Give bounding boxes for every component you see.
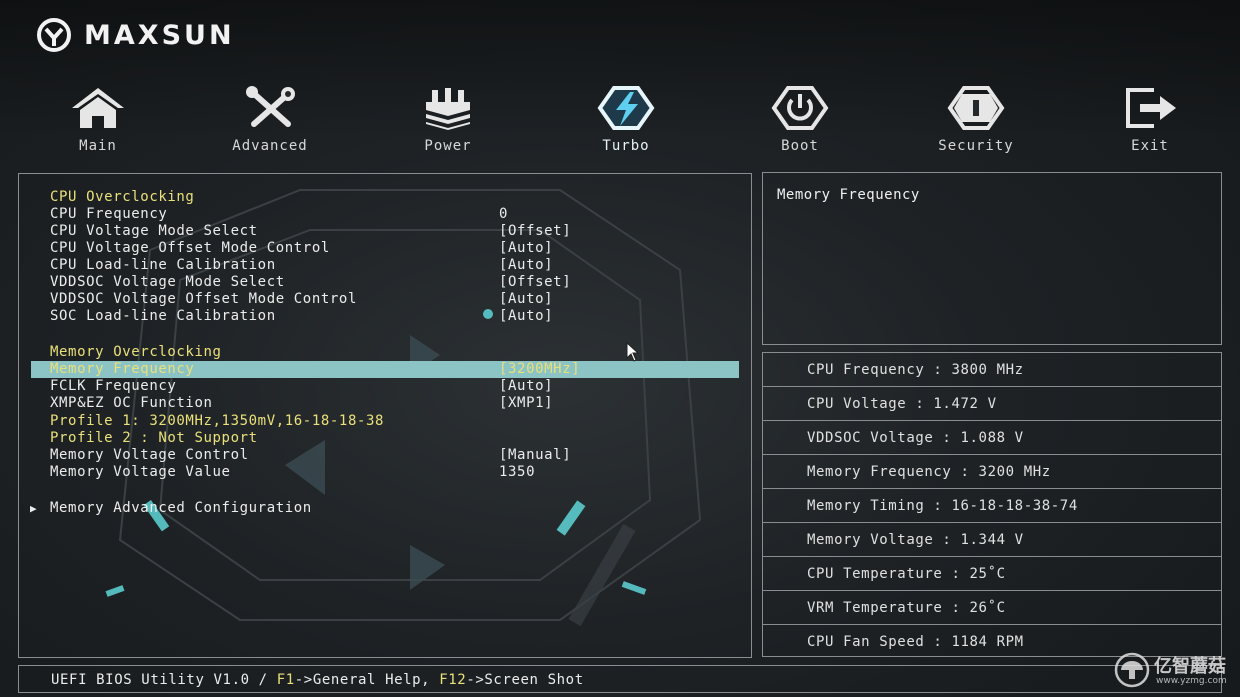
status-cpu-voltage: CPU Voltage : 1.472 V	[763, 387, 1221, 421]
tools-icon	[246, 86, 295, 127]
setting-label: Memory Frequency	[50, 361, 195, 377]
section-memory-overclocking: Memory Overclocking	[19, 344, 751, 361]
setting-label: SOC Load-line Calibration	[50, 308, 276, 324]
status-cpu-temperature: CPU Temperature : 25˚C	[763, 557, 1221, 591]
tab-exit-label: Exit	[1131, 138, 1169, 154]
footer-key-f12: F12	[439, 672, 467, 688]
status-memory-frequency: Memory Frequency : 3200 MHz	[763, 455, 1221, 489]
setting-value[interactable]: 0	[499, 206, 508, 223]
profile-1-info: Profile 1: 3200MHz,1350mV,16-18-18-38	[19, 413, 751, 430]
setting-vddsoc-voltage-offset[interactable]: VDDSOC Voltage Offset Mode Control [Auto…	[19, 291, 751, 308]
setting-cpu-voltage-mode[interactable]: CPU Voltage Mode Select [Offset]	[19, 223, 751, 240]
setting-cpu-voltage-offset[interactable]: CPU Voltage Offset Mode Control [Auto]	[19, 240, 751, 257]
tab-main[interactable]: Main	[38, 86, 158, 156]
setting-label: VDDSOC Voltage Mode Select	[50, 274, 285, 290]
profile-2-info: Profile 2 : Not Support	[19, 430, 751, 447]
tab-advanced-label: Advanced	[232, 138, 308, 154]
tab-power-label: Power	[424, 138, 472, 154]
setting-value[interactable]: [Offset]	[499, 274, 571, 291]
footer-prefix: UEFI BIOS Utility V1.0 /	[51, 672, 277, 688]
setting-label: XMP&EZ OC Function	[50, 395, 213, 411]
setting-memory-frequency[interactable]: Memory Frequency [3200MHz]	[19, 361, 751, 378]
mouse-cursor-icon	[626, 342, 640, 362]
tab-exit[interactable]: Exit	[1090, 86, 1210, 156]
tab-turbo-label: Turbo	[602, 138, 650, 154]
section-title: Memory Overclocking	[50, 344, 222, 360]
lightning-icon	[597, 86, 655, 130]
top-navigation: Main Advanced Power Turbo Boot Security …	[0, 86, 1240, 156]
setting-label: Memory Voltage Value	[50, 464, 231, 480]
status-memory-timing: Memory Timing : 16-18-18-38-74	[763, 489, 1221, 523]
setting-soc-llc[interactable]: SOC Load-line Calibration [Auto]	[19, 308, 751, 325]
watermark-url: www.yzmg.com	[1156, 676, 1227, 686]
hardware-status-panel: CPU Frequency : 3800 MHz CPU Voltage : 1…	[762, 352, 1222, 657]
tab-boot-label: Boot	[781, 138, 819, 154]
maxsun-logo-icon	[37, 18, 71, 52]
footer-bar: UEFI BIOS Utility V1.0 / F1->General Hel…	[18, 665, 1222, 693]
help-panel: Memory Frequency	[762, 172, 1222, 345]
maxsun-logo: MAXSUN	[36, 18, 235, 52]
setting-cpu-frequency[interactable]: CPU Frequency 0	[19, 206, 751, 223]
status-vrm-temperature: VRM Temperature : 26˚C	[763, 591, 1221, 625]
help-title: Memory Frequency	[777, 187, 920, 203]
section-title: CPU Overclocking	[50, 189, 195, 205]
section-cpu-overclocking: CPU Overclocking	[19, 189, 751, 206]
setting-label: FCLK Frequency	[50, 378, 177, 394]
home-icon	[72, 88, 124, 128]
status-vddsoc-voltage: VDDSOC Voltage : 1.088 V	[763, 421, 1221, 455]
tab-main-label: Main	[79, 138, 117, 154]
setting-label: VDDSOC Voltage Offset Mode Control	[50, 291, 357, 307]
tab-security-label: Security	[938, 138, 1014, 154]
setting-value[interactable]: [Auto]	[499, 291, 553, 308]
exit-icon	[1126, 88, 1176, 128]
tab-power[interactable]: Power	[388, 86, 508, 156]
setting-value[interactable]: [XMP1]	[499, 395, 553, 412]
setting-xmp-ez-oc[interactable]: XMP&EZ OC Function [XMP1]	[19, 395, 751, 412]
setting-value[interactable]: [Auto]	[499, 240, 553, 257]
footer-text-f1: ->General Help,	[294, 672, 440, 688]
shield-icon	[947, 86, 1005, 130]
tab-turbo[interactable]: Turbo	[566, 86, 686, 156]
profile-text: Profile 2 : Not Support	[50, 430, 258, 446]
triangle-right-icon: ▶	[30, 502, 38, 515]
setting-memory-voltage-control[interactable]: Memory Voltage Control [Manual]	[19, 447, 751, 464]
setting-label: CPU Voltage Mode Select	[50, 223, 258, 239]
footer-key-f1: F1	[276, 672, 295, 688]
setting-memory-voltage-value[interactable]: Memory Voltage Value 1350	[19, 464, 751, 481]
mushroom-logo-icon	[1114, 652, 1150, 688]
submenu-label: Memory Advanced Configuration	[50, 500, 312, 516]
tab-security[interactable]: Security	[916, 86, 1036, 156]
setting-label: Memory Voltage Control	[50, 447, 249, 463]
setting-label: CPU Voltage Offset Mode Control	[50, 240, 330, 256]
profile-text: Profile 1: 3200MHz,1350mV,16-18-18-38	[50, 413, 385, 429]
setting-value[interactable]: [Auto]	[499, 378, 553, 395]
setting-value[interactable]: [Manual]	[499, 447, 571, 464]
setting-value[interactable]: [Auto]	[499, 257, 553, 274]
setting-value[interactable]: [Offset]	[499, 223, 571, 240]
power-button-icon	[771, 86, 829, 130]
setting-fclk-frequency[interactable]: FCLK Frequency [Auto]	[19, 378, 751, 395]
tab-boot[interactable]: Boot	[740, 86, 860, 156]
setting-label: CPU Load-line Calibration	[50, 257, 276, 273]
settings-panel: CPU Overclocking CPU Frequency 0 CPU Vol…	[18, 173, 752, 658]
setting-value[interactable]: 1350	[499, 464, 535, 481]
brand-name: MAXSUN	[84, 19, 235, 51]
setting-vddsoc-voltage-mode[interactable]: VDDSOC Voltage Mode Select [Offset]	[19, 274, 751, 291]
setting-label: CPU Frequency	[50, 206, 168, 222]
tab-advanced[interactable]: Advanced	[210, 86, 330, 156]
footer-text-f12: ->Screen Shot	[466, 672, 584, 688]
power-chip-icon	[426, 88, 470, 130]
watermark: 亿智蘑菇 www.yzmg.com	[1114, 650, 1234, 694]
setting-value[interactable]: [Auto]	[499, 308, 553, 325]
submenu-memory-advanced[interactable]: ▶ Memory Advanced Configuration	[19, 500, 751, 517]
status-cpu-frequency: CPU Frequency : 3800 MHz	[763, 353, 1221, 387]
setting-cpu-llc[interactable]: CPU Load-line Calibration [Auto]	[19, 257, 751, 274]
status-memory-voltage: Memory Voltage : 1.344 V	[763, 523, 1221, 557]
watermark-text: 亿智蘑菇	[1154, 656, 1226, 677]
setting-value[interactable]: [3200MHz]	[499, 361, 580, 378]
